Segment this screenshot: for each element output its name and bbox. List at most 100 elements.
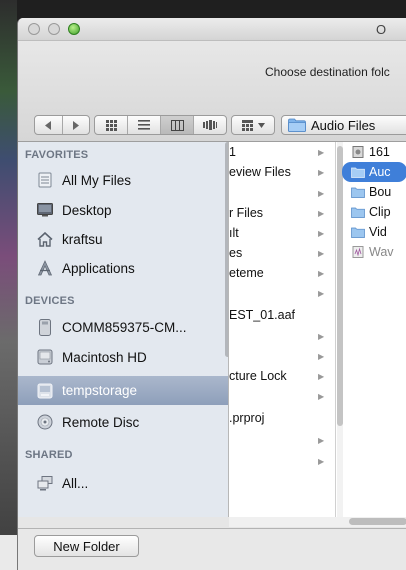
all-files-icon [36,172,54,188]
chevron-down-icon [257,122,265,128]
column-1-row[interactable]: ▶ [229,183,335,203]
sidebar-item-label: Desktop [62,202,112,218]
sidebar-item-applications[interactable]: Applications [18,256,228,280]
sidebar-item-label: COMM859375-CM... [62,319,187,335]
applications-icon [36,260,54,276]
arrange-grid-icon [241,119,253,131]
file-icon [352,146,364,158]
sidebar-item-home[interactable]: kraftsu [18,227,228,251]
column-2-row-selected[interactable]: Auc [342,162,406,182]
path-popup-button[interactable]: Audio Files [281,115,406,135]
column-1-row[interactable]: ▶ [229,346,335,366]
column-1-row[interactable]: r Files ▶ [229,203,335,223]
sidebar-item-label: Remote Disc [62,414,140,430]
hard-disk-icon [36,349,54,365]
column-1-row[interactable]: eview Files ▶ [229,162,335,182]
arrange-popup-button[interactable] [231,115,275,135]
sidebar-item-remote-disc[interactable]: Remote Disc [18,410,228,434]
scrollbar-thumb[interactable] [349,518,406,525]
disclosure-arrow-icon: ▶ [318,391,325,401]
folder-icon [288,118,306,132]
column-1-row[interactable]: ▶ [229,326,335,346]
browser-column-2: 161 Auc Bou Clip Vid Wav [342,142,406,517]
folder-icon [351,227,365,238]
disclosure-arrow-icon: ▶ [318,208,325,218]
folder-icon [351,187,365,198]
sidebar-section-devices: DEVICES [25,295,75,307]
external-drive-icon [36,383,54,399]
minimize-button[interactable] [48,23,60,35]
sidebar-section-favorites: FAVORITES [25,149,89,161]
icon-view-button[interactable] [95,116,127,134]
disclosure-arrow-icon: ▶ [318,268,325,278]
column-1-row[interactable]: ılt ▶ [229,223,335,243]
column-1-row[interactable]: eteme ▶ [229,263,335,283]
grid-icon [105,119,117,131]
sidebar-section-shared: SHARED [25,449,73,461]
disclosure-arrow-icon: ▶ [318,147,325,157]
title-bar: O [18,18,406,41]
chevron-left-icon [44,120,51,130]
column-1-row[interactable]: es ▶ [229,243,335,263]
column-1-row[interactable]: 1 ▶ [229,142,335,162]
nav-button-group [34,115,90,135]
window-title: O [376,22,387,37]
column-1-row[interactable]: ▶ [229,430,335,450]
sidebar-item-desktop[interactable]: Desktop [18,198,228,222]
column-1-row[interactable]: .prproj [229,408,335,428]
folder-icon [351,167,365,178]
background-left-strip [0,0,17,570]
column-2-row[interactable]: Bou [346,182,406,202]
sidebar-item-macintosh-hd[interactable]: Macintosh HD [18,345,228,369]
column-1-row[interactable]: ▶ [229,386,335,406]
disclosure-arrow-icon: ▶ [318,167,325,177]
column-2-row[interactable]: Wav [346,242,406,262]
disclosure-arrow-icon: ▶ [318,351,325,361]
sidebar-item-label: kraftsu [62,231,103,247]
desktop-icon [36,202,54,218]
dialog-prompt: Choose destination folc [265,65,390,79]
scrollbar-thumb[interactable] [337,146,343,426]
path-popup-label: Audio Files [311,117,376,133]
save-dialog-window: O Choose destination folc Audio Files FA… [17,18,406,570]
network-icon [36,475,54,491]
sidebar-item-label: All My Files [62,172,132,188]
forward-button[interactable] [61,116,90,134]
column-2-row[interactable]: 161 [346,142,406,162]
disclosure-arrow-icon: ▶ [318,331,325,341]
sidebar-item-label: Applications [62,260,135,276]
close-button[interactable] [28,23,40,35]
column-browser: 1 ▶ eview Files ▶ ▶ r Files ▶ ılt ▶ es ▶ etem… [229,142,406,517]
sidebar-item-comm-drive[interactable]: COMM859375-CM... [18,315,228,339]
sidebar-item-all-shared[interactable]: All... [18,471,228,495]
column-2-row[interactable]: Clip [346,202,406,222]
sidebar-item-label: All... [62,475,89,491]
column-1-row[interactable]: cture Lock ▶ [229,366,335,386]
coverflow-icon [203,120,217,130]
disclosure-arrow-icon: ▶ [318,248,325,258]
sidebar-item-label: Macintosh HD [62,349,147,365]
column-1-row[interactable]: ▶ [229,283,335,303]
disclosure-arrow-icon: ▶ [318,288,325,298]
column-1-row[interactable]: EST_01.aaf [229,305,335,325]
zoom-button[interactable] [68,23,80,35]
audio-file-icon [352,246,364,258]
column-1-row[interactable]: ▶ [229,451,335,471]
sidebar-item-tempstorage[interactable]: tempstorage [18,376,228,405]
toolbar: Choose destination folc Audio Files [18,41,406,142]
list-view-button[interactable] [127,116,160,134]
new-folder-button[interactable]: New Folder [34,535,139,557]
horizontal-scrollbar[interactable] [229,517,406,527]
sidebar-item-all-my-files[interactable]: All My Files [18,168,228,192]
column-2-row[interactable]: Vid [346,222,406,242]
drive-icon [36,318,54,336]
sidebar: FAVORITES All My Files Desktop kraftsu A… [18,142,229,517]
column-view-button[interactable] [160,116,193,134]
disc-icon [36,414,54,430]
column-1-scrollbar[interactable] [337,142,343,517]
disclosure-arrow-icon: ▶ [318,371,325,381]
disclosure-arrow-icon: ▶ [318,188,325,198]
coverflow-view-button[interactable] [193,116,226,134]
back-button[interactable] [35,116,62,134]
disclosure-arrow-icon: ▶ [318,456,325,466]
